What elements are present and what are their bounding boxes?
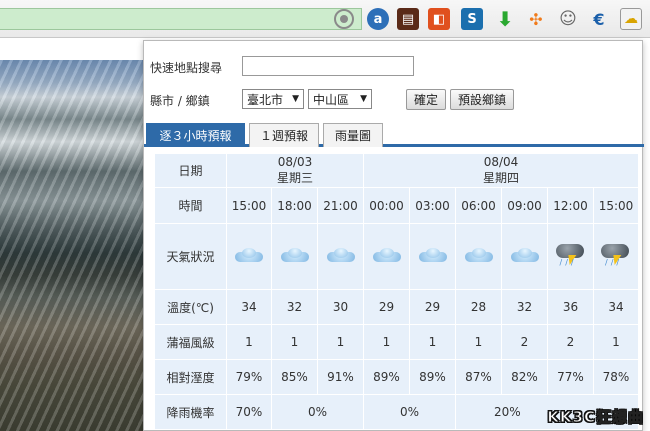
humidity-cell: 91% [317,359,364,395]
weather-cell [455,223,502,290]
cloud-icon [325,248,357,262]
temp-cell: 29 [409,289,456,325]
cloud-icon [371,248,403,262]
time-cell: 09:00 [501,187,548,224]
weather-extension-icon[interactable]: ☁ [620,8,642,30]
time-cell: 12:00 [547,187,594,224]
wind-cell: 1 [226,324,272,360]
cloud-icon [463,248,495,262]
forecast-table: 日期 08/03 星期三 08/04 星期四 時間 15:00 18:00 21:00 0… [154,153,639,430]
humidity-cell: 79% [226,359,272,395]
dots-extension-icon[interactable]: ✣ [525,8,547,30]
city-select-value: 臺北市 [247,92,284,107]
forecast-tabs: 逐３小時預報 １週預報 雨量圖 [144,121,644,147]
cloud-icon [233,248,265,262]
s-extension-icon[interactable]: S [461,8,483,30]
wind-cell: 2 [501,324,548,360]
rain-cell: 0% [271,394,364,430]
weather-cell [363,223,410,290]
date-cell: 08/04 星期四 [363,153,639,188]
time-cell: 18:00 [271,187,318,224]
tab-3hour[interactable]: 逐３小時預報 [146,123,245,147]
chevron-down-icon: ▼ [292,94,299,104]
weather-cell [409,223,456,290]
temp-cell: 28 [455,289,502,325]
weather-cell: /// [593,223,639,290]
download-arrow-icon[interactable]: ⬇ [494,7,516,31]
time-cell: 06:00 [455,187,502,224]
rain-header: 降雨機率 [154,394,227,430]
time-cell: 15:00 [226,187,272,224]
weather-cell [226,223,272,290]
temp-header: 溫度(℃) [154,289,227,325]
wind-cell: 1 [593,324,639,360]
date-header: 日期 [154,153,227,188]
target-icon[interactable] [334,9,354,29]
temp-cell: 32 [271,289,318,325]
time-cell: 03:00 [409,187,456,224]
page-strip [0,38,150,60]
confirm-button[interactable]: 確定 [406,89,446,110]
wind-cell: 1 [455,324,502,360]
humidity-cell: 89% [409,359,456,395]
wind-cell: 1 [409,324,456,360]
tab-weekly[interactable]: １週預報 [249,123,319,147]
a-extension-icon[interactable]: a [367,8,389,30]
chevron-down-icon: ▼ [360,94,367,104]
humidity-cell: 78% [593,359,639,395]
wind-cell: 1 [271,324,318,360]
temp-cell: 34 [226,289,272,325]
weather-cell [271,223,318,290]
temp-cell: 36 [547,289,594,325]
date-cell: 08/03 星期三 [226,153,364,188]
euro-icon[interactable]: € [588,8,610,30]
wind-cell: 1 [317,324,364,360]
weather-cell [501,223,548,290]
humidity-cell: 77% [547,359,594,395]
glasses-face-icon[interactable]: ☺ [557,8,579,30]
site-watermark: KK3C狂想曲 [547,408,644,427]
temp-cell: 30 [317,289,364,325]
browser-toolbar: a ▤ ◧ S ⬇ ✣ ☺ € ☁ [0,0,650,38]
humidity-cell: 82% [501,359,548,395]
address-bar[interactable] [0,8,362,30]
search-label: 快速地點搜尋 [150,61,223,75]
humidity-cell: 85% [271,359,318,395]
time-cell: 00:00 [363,187,410,224]
film-extension-icon[interactable]: ▤ [397,8,419,30]
temp-cell: 32 [501,289,548,325]
district-select-value: 中山區 [313,92,350,107]
cloud-icon [279,248,311,262]
office-icon[interactable]: ◧ [428,8,450,30]
location-search-input[interactable] [242,56,414,76]
cloud-icon [417,248,449,262]
region-label: 縣市 / 鄉鎮 [150,94,210,108]
weather-cell [317,223,364,290]
city-select[interactable]: 臺北市 ▼ [242,89,304,109]
wind-header: 蒲福風級 [154,324,227,360]
wind-cell: 1 [363,324,410,360]
thunderstorm-icon: /// [554,242,588,268]
humidity-cell: 87% [455,359,502,395]
wind-cell: 2 [547,324,594,360]
thunderstorm-icon: /// [599,242,633,268]
tab-rainfall[interactable]: 雨量圖 [323,123,383,147]
cloud-icon [509,248,541,262]
district-select[interactable]: 中山區 ▼ [308,89,372,109]
temp-cell: 34 [593,289,639,325]
weather-popup: 快速地點搜尋 縣市 / 鄉鎮 臺北市 ▼ 中山區 ▼ 確定 預設鄉鎮 逐３小時預報 … [143,40,644,431]
humidity-cell: 89% [363,359,410,395]
weather-header: 天氣狀況 [154,223,227,290]
rain-cell: 70% [226,394,272,430]
humidity-header: 相對溼度 [154,359,227,395]
default-town-button[interactable]: 預設鄉鎮 [450,89,514,110]
mountain-background-image [0,60,150,431]
weather-cell: /// [547,223,594,290]
temp-cell: 29 [363,289,410,325]
time-cell: 21:00 [317,187,364,224]
rain-cell: 0% [363,394,456,430]
time-header: 時間 [154,187,227,224]
time-cell: 15:00 [593,187,639,224]
